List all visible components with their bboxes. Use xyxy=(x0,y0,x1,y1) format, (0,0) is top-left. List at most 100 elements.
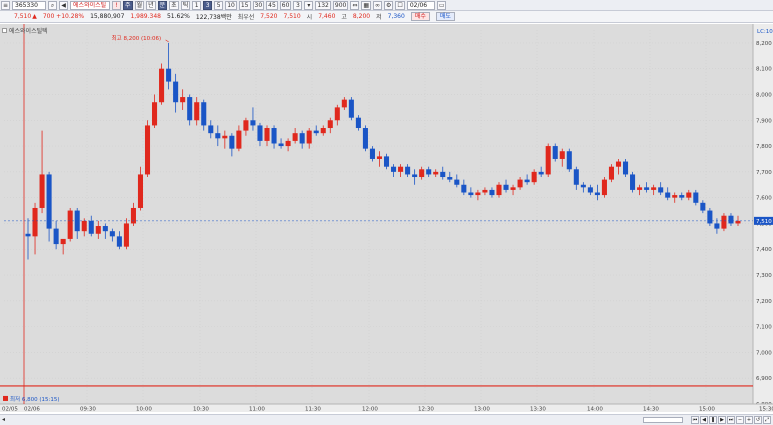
candle-body xyxy=(152,102,158,126)
scroll-left-icon[interactable]: ◂ xyxy=(2,417,8,423)
calendar-icon[interactable]: ▭ xyxy=(436,0,447,10)
interval-5-button[interactable]: 5 xyxy=(214,0,224,10)
interval-select[interactable]: 3 xyxy=(293,0,303,10)
chevron-down-icon[interactable]: ▾ xyxy=(304,0,314,10)
candle-body xyxy=(278,143,284,147)
period-week-button[interactable]: 월 xyxy=(134,0,145,10)
nav-pause-icon[interactable]: ❚ xyxy=(709,416,717,424)
interval-30-button[interactable]: 30 xyxy=(252,0,265,10)
price-tick-label: 7,000 xyxy=(756,350,772,356)
nav-next-icon[interactable]: ▶ xyxy=(718,416,726,424)
zoom-out-icon[interactable]: − xyxy=(736,416,744,424)
period-month-button[interactable]: 년 xyxy=(146,0,156,10)
price-tick-label: 8,100 xyxy=(756,67,772,73)
chart-legend[interactable]: 에스와이스틸텍 xyxy=(2,26,48,35)
candle-body xyxy=(580,184,586,188)
candle-body xyxy=(475,192,481,196)
candle-body xyxy=(46,174,52,229)
time-tick-label: 12:30 xyxy=(418,407,434,413)
date-input[interactable]: 02/06 xyxy=(406,0,435,10)
candlestick-chart[interactable]: LC:10 8,200 8,100 8,000 7,900 7,800 7,700 7,600… xyxy=(0,24,773,412)
candle-body xyxy=(419,169,425,178)
candle-body xyxy=(264,128,270,141)
best-bid: 7,510 xyxy=(283,13,301,20)
nav-first-icon[interactable]: ⏮ xyxy=(691,416,699,424)
period-count-input[interactable]: 132 xyxy=(315,0,331,10)
grid-lines xyxy=(4,30,753,405)
candle-body xyxy=(229,135,235,149)
interval-10-button[interactable]: 10 xyxy=(225,0,237,10)
candle-body xyxy=(686,192,692,198)
period-day-button[interactable]: 주 xyxy=(123,0,133,10)
candle-body xyxy=(95,226,101,234)
interval-45-button[interactable]: 45 xyxy=(266,0,278,10)
link-icon[interactable]: ∞ xyxy=(373,0,383,10)
flag-icon[interactable]: ! xyxy=(112,0,122,10)
candle-body xyxy=(496,184,502,196)
candle-body xyxy=(398,166,404,172)
scroll-thumb[interactable] xyxy=(643,417,683,423)
fit-icon[interactable]: ⤢ xyxy=(763,416,771,424)
high-price: 8,200 xyxy=(352,13,371,20)
candle-body xyxy=(144,125,151,175)
period-minute-button[interactable]: 분 xyxy=(157,0,168,10)
gear-icon[interactable]: ⚙ xyxy=(384,0,394,10)
candle-body xyxy=(166,68,172,82)
period-tick-button[interactable]: 틱 xyxy=(180,0,191,10)
volume-ratio: 51.62% xyxy=(166,13,190,20)
chart-canvas[interactable]: LC:10 8,200 8,100 8,000 7,900 7,800 7,700 7,600… xyxy=(0,24,773,412)
search-icon[interactable]: ⌕ xyxy=(48,0,58,10)
up-arrow-icon: ▲ xyxy=(32,13,37,20)
menu-icon[interactable]: ≡ xyxy=(1,0,11,10)
candle-body xyxy=(461,184,467,193)
candle-body xyxy=(187,97,193,121)
stock-name-field[interactable]: 에스와이스틸텍 xyxy=(70,0,111,10)
candle-body xyxy=(208,125,214,134)
candle-body xyxy=(531,171,537,183)
interval-1-button[interactable]: 1 xyxy=(192,0,202,10)
candle-body xyxy=(426,169,432,175)
candle-body xyxy=(299,133,305,144)
candle-body xyxy=(222,135,228,139)
candle-body xyxy=(383,156,390,167)
candle-body xyxy=(517,179,523,188)
grid-icon[interactable]: ▦ xyxy=(361,0,372,10)
high-arrow-icon xyxy=(165,39,169,43)
time-tick-label: 13:00 xyxy=(474,407,490,413)
candle-body xyxy=(447,177,453,180)
candle-body xyxy=(651,187,657,190)
candle-body xyxy=(637,187,643,190)
time-tick-label: 12:00 xyxy=(362,407,378,413)
interval-3-button[interactable]: 3 xyxy=(203,0,213,10)
candle-body xyxy=(102,226,108,232)
sell-button[interactable]: 매도 xyxy=(435,12,455,21)
candle-body xyxy=(538,171,544,175)
candle-body xyxy=(468,192,474,196)
prev-arrow-icon[interactable]: ◀ xyxy=(59,0,69,10)
candle-body xyxy=(369,148,375,159)
price-tick-label: 7,200 xyxy=(756,299,772,305)
zoom-in-icon[interactable]: + xyxy=(745,416,753,424)
candle-body xyxy=(587,187,593,193)
time-tick-label: 02/06 xyxy=(24,407,40,413)
candle-body xyxy=(665,192,671,198)
candle-body xyxy=(25,233,31,237)
checkbox-icon[interactable]: ☐ xyxy=(395,0,405,10)
nav-last-icon[interactable]: ⏭ xyxy=(727,416,735,424)
quote-bar: 7,510 ▲ 700 +10.28% 15,880,907 1,989.348… xyxy=(0,11,773,23)
candle-body xyxy=(236,130,242,149)
reset-icon[interactable]: ↺ xyxy=(754,416,762,424)
open-label: 시 xyxy=(306,14,313,21)
data-count-input[interactable]: 900 xyxy=(332,0,349,10)
candle-body xyxy=(159,68,165,103)
zoom-icon[interactable]: ⇔ xyxy=(350,0,360,10)
time-tick-label: 15:30 xyxy=(759,407,773,413)
interval-15-button[interactable]: 15 xyxy=(238,0,251,10)
interval-60-button[interactable]: 60 xyxy=(279,0,292,10)
stock-code-input[interactable]: 365330 xyxy=(12,0,47,10)
buy-button[interactable]: 매수 xyxy=(410,12,430,21)
candle-body xyxy=(123,223,129,247)
nav-prev-icon[interactable]: ◀ xyxy=(700,416,708,424)
chart-scrollbar[interactable]: ◂ ⏮ ◀ ❚ ▶ ⏭ − + ↺ ⤢ xyxy=(0,414,773,425)
period-second-button[interactable]: 초 xyxy=(169,0,179,10)
